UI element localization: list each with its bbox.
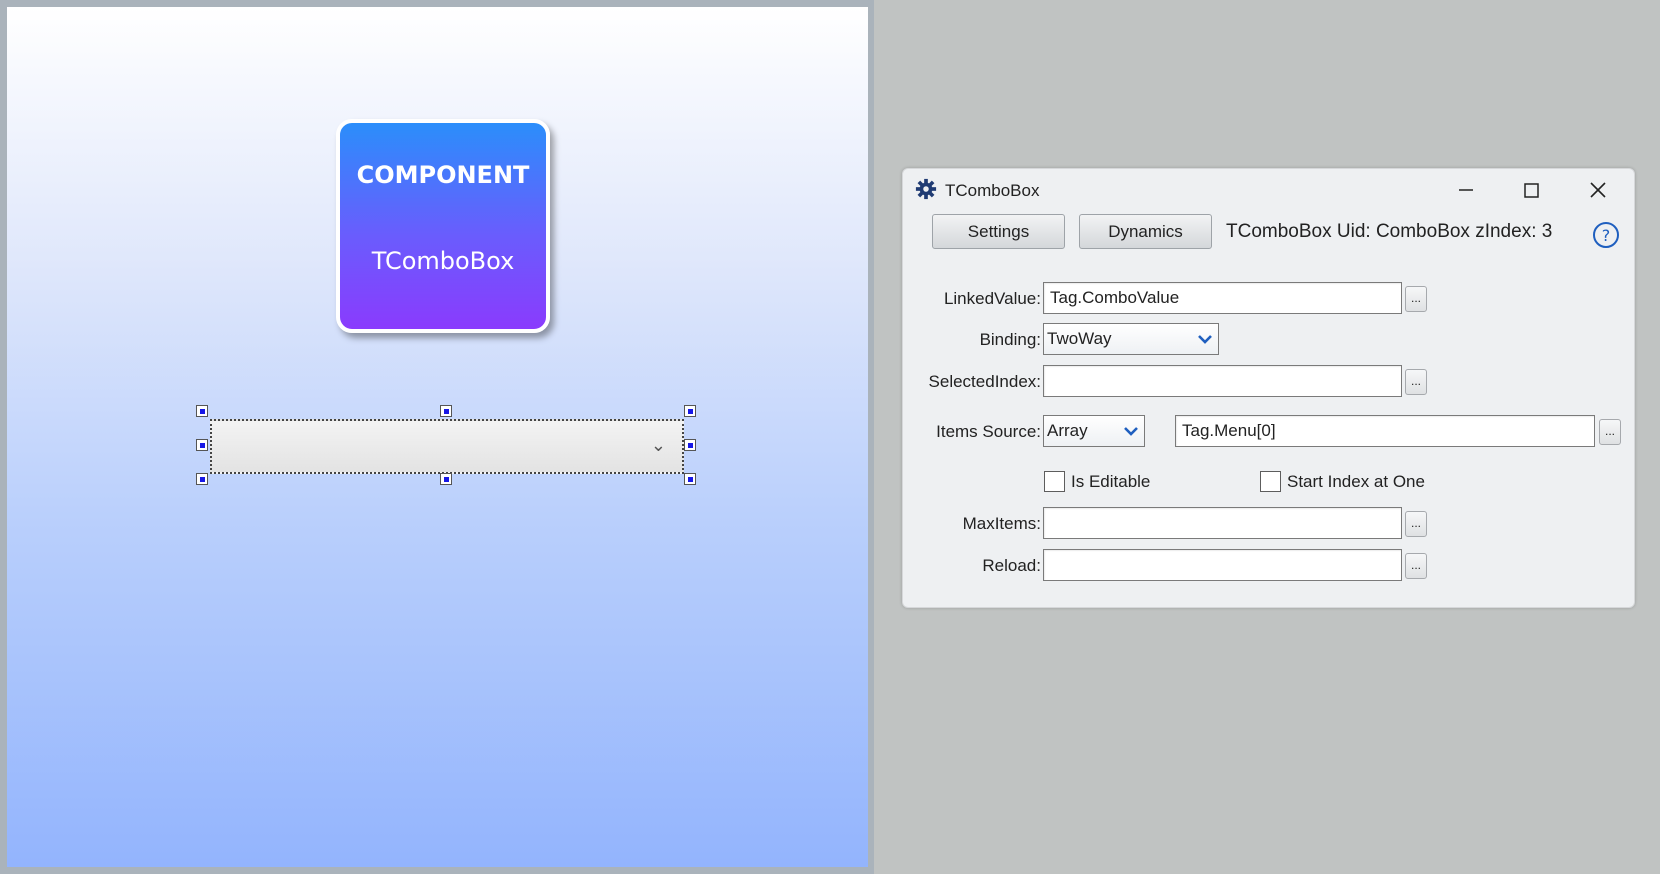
items-source-ellipsis-button[interactable]: ... (1599, 419, 1621, 445)
gear-icon (915, 178, 937, 200)
window-titlebar[interactable]: TComboBox (903, 169, 1634, 213)
resize-handle-top-left[interactable] (196, 405, 208, 417)
dynamics-tab-button[interactable]: Dynamics (1079, 214, 1212, 249)
resize-handle-top-right[interactable] (684, 405, 696, 417)
component-card-title: COMPONENT (356, 161, 530, 189)
resize-handle-right[interactable] (684, 439, 696, 451)
properties-window: TComboBox Settings Dynamics TComboBox Ui… (902, 168, 1635, 608)
svg-text:?: ? (1602, 226, 1611, 245)
items-source-label: Items Source: (936, 422, 1041, 441)
linked-value-input[interactable]: Tag.ComboValue (1043, 282, 1402, 314)
items-source-type-value: Array (1047, 421, 1088, 440)
chevron-down-icon: ⌄ (650, 435, 666, 455)
settings-tab-button[interactable]: Settings (932, 214, 1065, 249)
resize-handle-bottom-left[interactable] (196, 473, 208, 485)
window-title: TComboBox (945, 181, 1040, 200)
component-card-subtitle: TComboBox (371, 247, 515, 275)
linked-value-label: LinkedValue: (943, 289, 1041, 308)
items-source-input[interactable]: Tag.Menu[0] (1175, 415, 1595, 447)
binding-label: Binding: (979, 330, 1041, 349)
component-uid-text: TComboBox Uid: ComboBox zIndex: 3 (1226, 221, 1553, 242)
linked-value-ellipsis-button[interactable]: ... (1405, 286, 1427, 312)
selected-combobox-control[interactable]: ⌄ (210, 419, 684, 474)
chevron-down-icon (1198, 335, 1212, 344)
selected-index-input[interactable] (1043, 365, 1402, 397)
start-index-at-one-label: Start Index at One (1287, 472, 1425, 491)
chevron-down-icon (1124, 427, 1138, 436)
reload-ellipsis-button[interactable]: ... (1405, 553, 1427, 579)
max-items-input[interactable] (1043, 507, 1402, 539)
selected-index-label: SelectedIndex: (928, 372, 1041, 391)
start-index-at-one-checkbox[interactable] (1260, 471, 1281, 492)
selected-index-ellipsis-button[interactable]: ... (1405, 369, 1427, 395)
resize-handle-top[interactable] (440, 405, 452, 417)
resize-handle-left[interactable] (196, 439, 208, 451)
maximize-icon[interactable] (1511, 175, 1551, 205)
component-card[interactable]: COMPONENT TComboBox (336, 119, 550, 333)
resize-handle-bottom-right[interactable] (684, 473, 696, 485)
minimize-icon[interactable] (1445, 175, 1485, 205)
resize-handle-bottom[interactable] (440, 473, 452, 485)
max-items-label: MaxItems: (962, 514, 1041, 533)
design-canvas[interactable]: COMPONENT TComboBox ⌄ (0, 0, 874, 874)
binding-select-value: TwoWay (1047, 329, 1112, 348)
is-editable-label: Is Editable (1071, 472, 1151, 491)
reload-input[interactable] (1043, 549, 1402, 581)
binding-select[interactable]: TwoWay (1043, 323, 1219, 355)
close-icon[interactable] (1578, 175, 1618, 205)
reload-label: Reload: (982, 556, 1041, 575)
help-icon[interactable]: ? (1592, 221, 1620, 249)
is-editable-checkbox[interactable] (1044, 471, 1065, 492)
items-source-type-select[interactable]: Array (1043, 415, 1145, 447)
max-items-ellipsis-button[interactable]: ... (1405, 511, 1427, 537)
